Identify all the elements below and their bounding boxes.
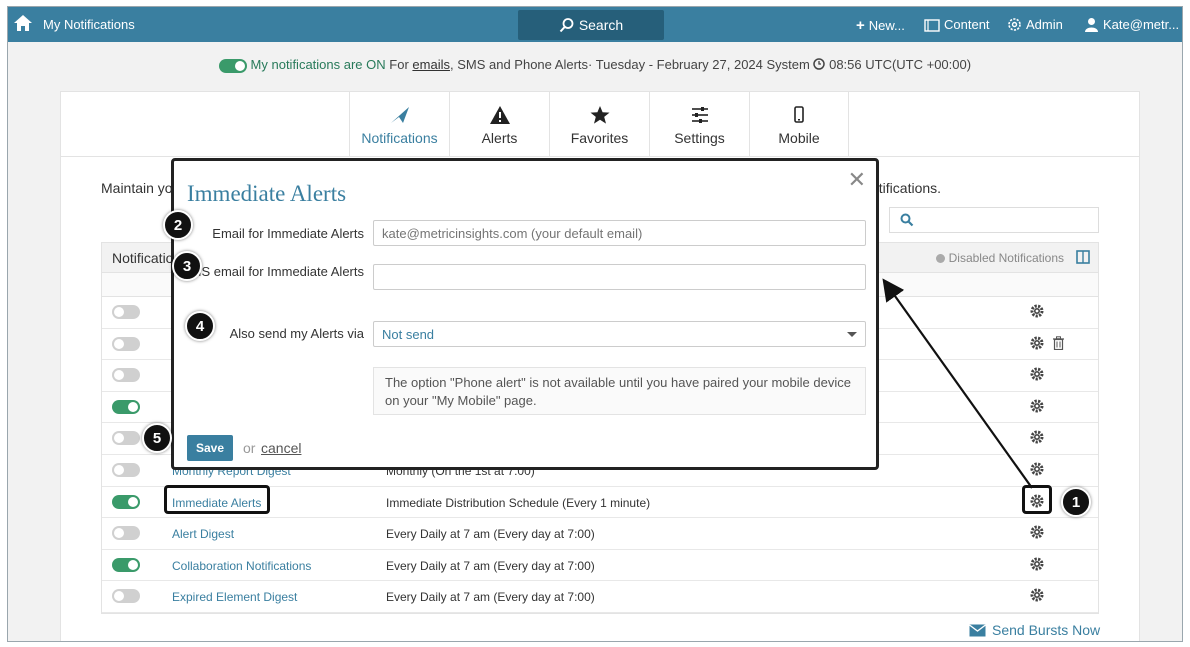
callout-4: 4 xyxy=(185,311,215,341)
callout-2: 2 xyxy=(163,210,193,240)
highlight-immediate-alerts xyxy=(164,485,270,514)
callout-1: 1 xyxy=(1061,487,1091,517)
highlight-gear xyxy=(1022,485,1052,514)
callout-3: 3 xyxy=(172,251,202,281)
app-window: My Notifications Search + New... Content… xyxy=(7,6,1183,642)
callout-5: 5 xyxy=(142,423,172,453)
